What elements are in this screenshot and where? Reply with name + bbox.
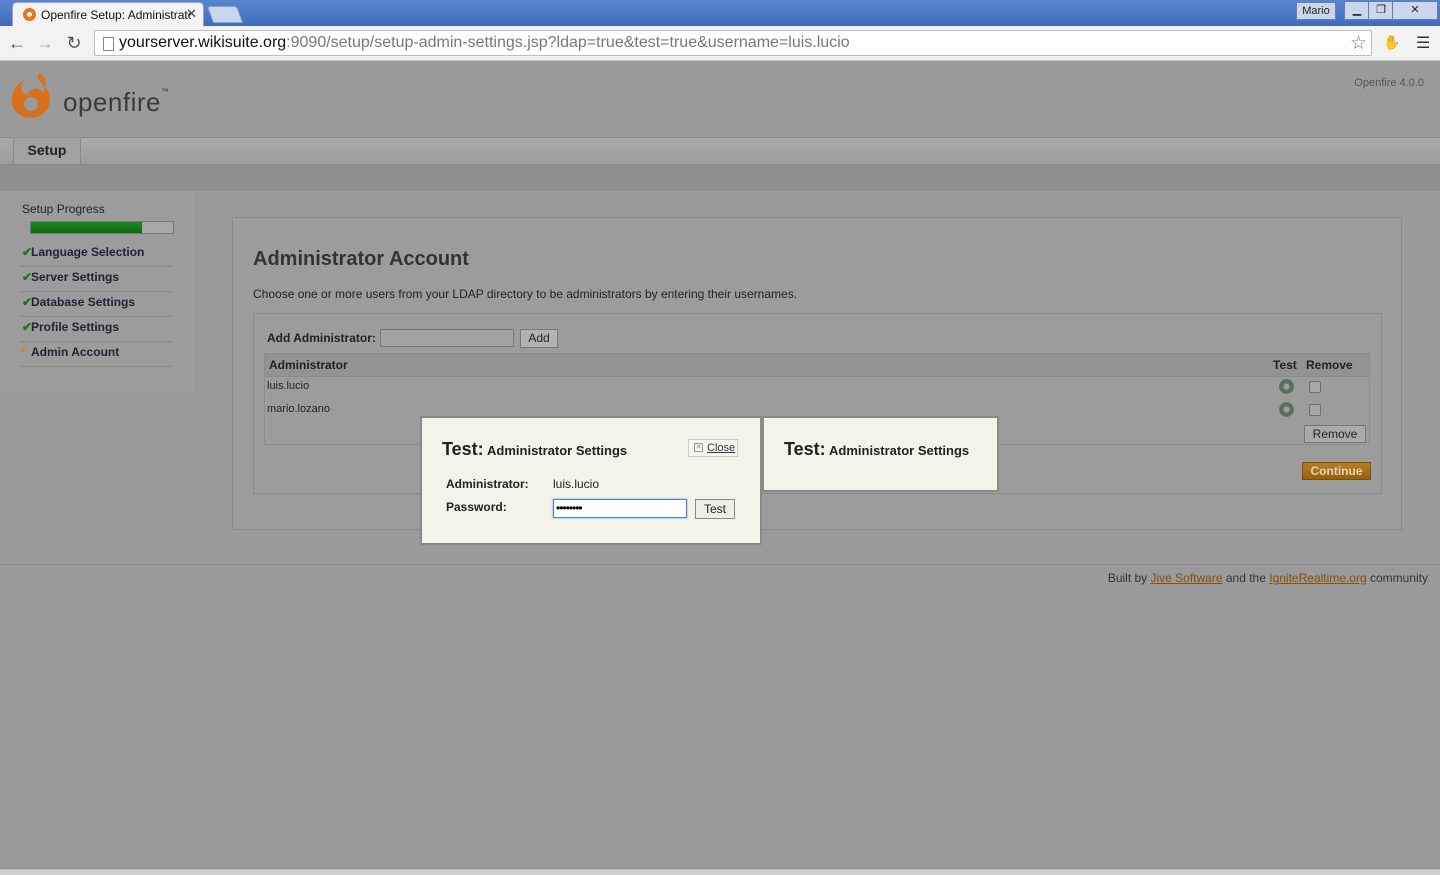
sidebar-item-server-settings[interactable]: ✔ Server Settings [20,267,172,292]
browser-bottom-edge [0,869,1440,875]
dialog-administrator-value: luis.lucio [553,477,600,491]
page-title: Administrator Account [253,248,469,270]
tab-title: Openfire Setup: Administrator [41,8,191,22]
sidebar-item-profile-settings[interactable]: ✔ Profile Settings [20,317,172,342]
administrator-name: mario.lozano [267,403,330,415]
forward-arrow-icon[interactable]: → [34,32,56,54]
footer: Built by Jive Software and the IgniteRea… [1107,571,1428,585]
setup-progress-fill [31,222,142,233]
test-gear-icon[interactable] [1279,402,1294,417]
extension-icon[interactable]: ✋ [1383,34,1400,50]
sidebar-item-label: Profile Settings [31,320,120,334]
column-header-remove: Remove [1306,358,1353,372]
test-admin-dialog-ghost: Test: Administrator Settings [762,416,999,492]
remove-checkbox[interactable] [1309,404,1321,416]
progress-label: Setup Progress [22,202,105,216]
openfire-logo-text: openfire™ [63,87,170,117]
dialog-password-label: Password: [446,500,507,514]
browser-tab[interactable]: Openfire Setup: Administrator ✕ [12,2,204,26]
dialog-title: Test: Administrator Settings [442,439,628,459]
openfire-favicon-icon [23,8,36,21]
sidebar-item-label: Admin Account [31,345,120,359]
column-header-test: Test [1273,358,1297,372]
menu-icon[interactable]: ☰ [1416,33,1432,52]
dialog-administrator-label: Administrator: [446,477,529,491]
current-step-arrow-icon [22,346,26,354]
setup-progress-bar [30,221,174,234]
sub-navigation [0,165,1440,190]
test-gear-icon[interactable] [1279,379,1294,394]
reload-icon[interactable]: ↻ [63,32,85,54]
table-header: Administrator Test Remove [265,354,1369,377]
close-label: Close [707,442,736,454]
bookmark-star-icon[interactable]: ☆ [1350,32,1367,55]
administrator-name: luis.lucio [267,380,310,392]
sidebar-item-label: Server Settings [31,270,120,284]
footer-divider [0,564,1440,565]
table-row: luis.lucio [265,376,1369,399]
page-header: openfire™ Openfire 4.0.0 [0,61,1440,137]
page-description: Choose one or more users from your LDAP … [253,287,798,301]
window-close-icon[interactable]: ✕ [1392,1,1438,20]
remove-checkbox[interactable] [1309,381,1321,393]
close-icon: ✕ [694,443,703,452]
add-administrator-input[interactable] [380,329,514,347]
address-url[interactable]: yourserver.wikisuite.org:9090/setup/setu… [119,34,850,52]
continue-button[interactable]: Continue [1302,462,1371,480]
tab-close-icon[interactable]: ✕ [186,6,197,22]
sidebar-item-database-settings[interactable]: ✔ Database Settings [20,292,172,317]
page-icon [103,37,114,51]
test-button[interactable]: Test [695,499,735,519]
restore-icon[interactable]: ❐ [1368,1,1394,20]
password-field[interactable]: •••••••• [553,499,687,518]
profile-user-badge[interactable]: Mario [1296,2,1336,20]
remove-button[interactable]: Remove [1304,425,1366,443]
address-bar[interactable]: yourserver.wikisuite.org:9090/setup/setu… [94,30,1372,56]
browser-toolbar: ← → ↻ yourserver.wikisuite.org:9090/setu… [0,26,1440,61]
sidebar-item-language-selection[interactable]: ✔ Language Selection [20,242,172,267]
sidebar-item-label: Database Settings [31,295,136,309]
openfire-logo-icon [11,73,50,118]
column-header-administrator: Administrator [269,358,348,372]
tab-setup[interactable]: Setup [13,138,81,164]
dialog-title: Test: Administrator Settings [784,439,970,459]
minimize-icon[interactable]: ▁ [1344,1,1370,20]
add-button[interactable]: Add [520,329,558,348]
setup-sidebar: Setup Progress ✔ Language Selection ✔ Se… [0,192,197,394]
sidebar-item-admin-account[interactable]: Admin Account [20,342,172,367]
version-label: Openfire 4.0.0 [1354,77,1424,89]
test-admin-dialog: Test: Administrator Settings ✕ Close Adm… [420,416,762,545]
sidebar-item-label: Language Selection [31,245,145,259]
back-arrow-icon[interactable]: ← [6,32,28,54]
browser-titlebar: Openfire Setup: Administrator ✕ Mario ▁ … [0,0,1440,26]
jive-software-link[interactable]: Jive Software [1151,571,1223,585]
igniterealtime-link[interactable]: IgniteRealtime.org [1269,571,1366,585]
add-administrator-label: Add Administrator: [267,331,376,345]
dialog-close-button[interactable]: ✕ Close [688,439,738,457]
new-tab-button[interactable] [206,6,244,23]
top-navigation: Setup [0,137,1440,165]
